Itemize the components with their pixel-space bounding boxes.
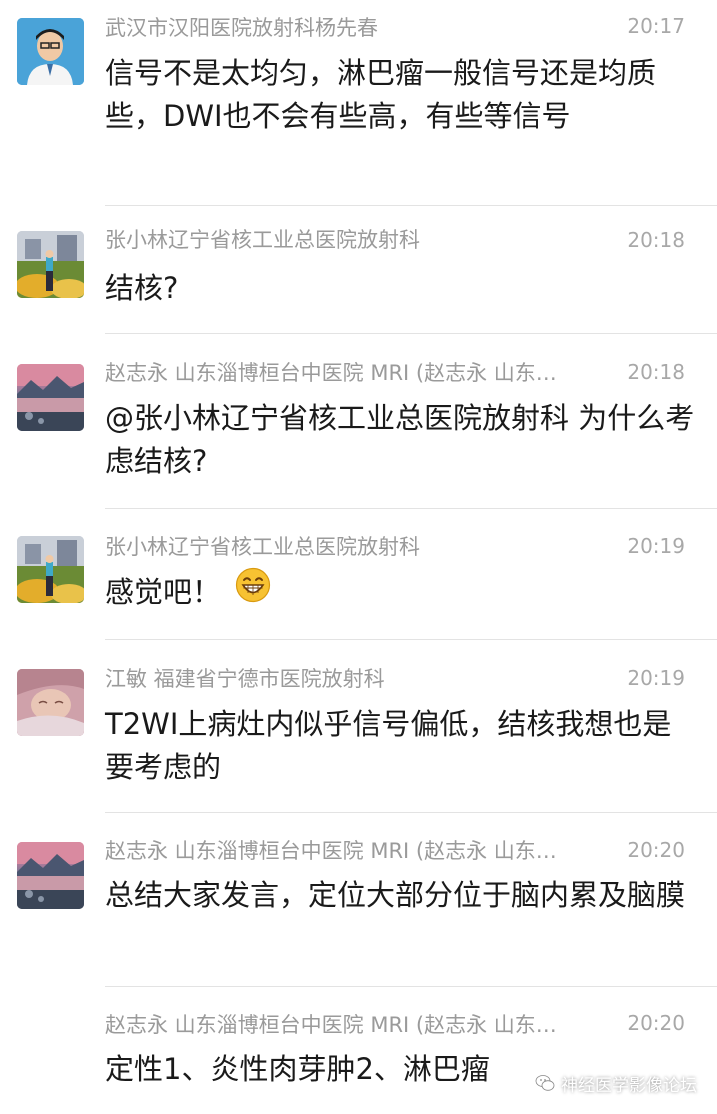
message-time: 20:19 xyxy=(627,534,685,558)
message-time: 20:20 xyxy=(627,838,685,862)
message-text: @张小林辽宁省核工业总医院放射科 为什么考虑结核? xyxy=(105,401,695,478)
watermark-label: 神经医学影像论坛 xyxy=(561,1075,697,1096)
message-text: T2WI上病灶内似乎信号偏低，结核我想也是要考虑的 xyxy=(105,707,672,784)
message-text: 信号不是太均匀，淋巴瘤一般信号还是均质些，DWI也不会有些高，有些等信号 xyxy=(105,56,657,133)
message-text: 结核? xyxy=(105,271,179,305)
chat-message[interactable]: 张小林辽宁省核工业总医院放射科 20:19 感觉吧！ xyxy=(0,509,717,639)
watermark: 神经医学影像论坛 xyxy=(535,1071,697,1096)
message-time: 20:18 xyxy=(627,228,685,252)
sender-name: 张小林辽宁省核工业总医院放射科 xyxy=(105,535,420,559)
chat-message[interactable]: 张小林辽宁省核工业总医院放射科 20:18 结核? xyxy=(0,206,717,334)
message-time: 20:19 xyxy=(627,666,685,690)
sender-name: 张小林辽宁省核工业总医院放射科 xyxy=(105,228,420,252)
baby-avatar[interactable] xyxy=(17,669,84,736)
person-portrait-avatar[interactable] xyxy=(17,18,84,85)
chat-message[interactable]: 江敏 福建省宁德市医院放射科 20:19 T2WI上病灶内似乎信号偏低，结核我想… xyxy=(0,640,717,812)
grin-emoji-icon xyxy=(235,567,271,615)
chat-message[interactable]: 武汉市汉阳医院放射科杨先春 20:17 信号不是太均匀，淋巴瘤一般信号还是均质些… xyxy=(0,0,717,206)
chat-history-list[interactable]: 武汉市汉阳医院放射科杨先春 20:17 信号不是太均匀，淋巴瘤一般信号还是均质些… xyxy=(0,0,717,1114)
lake-avatar[interactable] xyxy=(17,842,84,909)
sender-name: 赵志永 山东淄博桓台中医院 MRI (赵志永 山东… xyxy=(105,839,557,863)
sender-name: 武汉市汉阳医院放射科杨先春 xyxy=(105,16,378,40)
landscape-avatar[interactable] xyxy=(17,231,84,298)
sender-name: 赵志永 山东淄博桓台中医院 MRI (赵志永 山东… xyxy=(105,361,557,385)
message-text: 感觉吧！ xyxy=(105,567,695,615)
sender-name: 江敏 福建省宁德市医院放射科 xyxy=(105,667,385,691)
chat-message[interactable]: 赵志永 山东淄博桓台中医院 MRI (赵志永 山东… 20:18 @张小林辽宁省… xyxy=(0,334,717,508)
message-time: 20:17 xyxy=(627,14,685,38)
message-text: 总结大家发言，定位大部分位于脑内累及脑膜 xyxy=(105,878,686,912)
message-time: 20:18 xyxy=(627,360,685,384)
chat-message[interactable]: 赵志永 山东淄博桓台中医院 MRI (赵志永 山东… 20:20 总结大家发言，… xyxy=(0,813,717,986)
wechat-icon xyxy=(535,1073,555,1093)
sender-name: 赵志永 山东淄博桓台中医院 MRI (赵志永 山东… xyxy=(105,1013,557,1037)
lake-avatar[interactable] xyxy=(17,364,84,431)
landscape-avatar[interactable] xyxy=(17,536,84,603)
message-time: 20:20 xyxy=(627,1011,685,1035)
message-text-content: 感觉吧！ xyxy=(105,575,222,609)
